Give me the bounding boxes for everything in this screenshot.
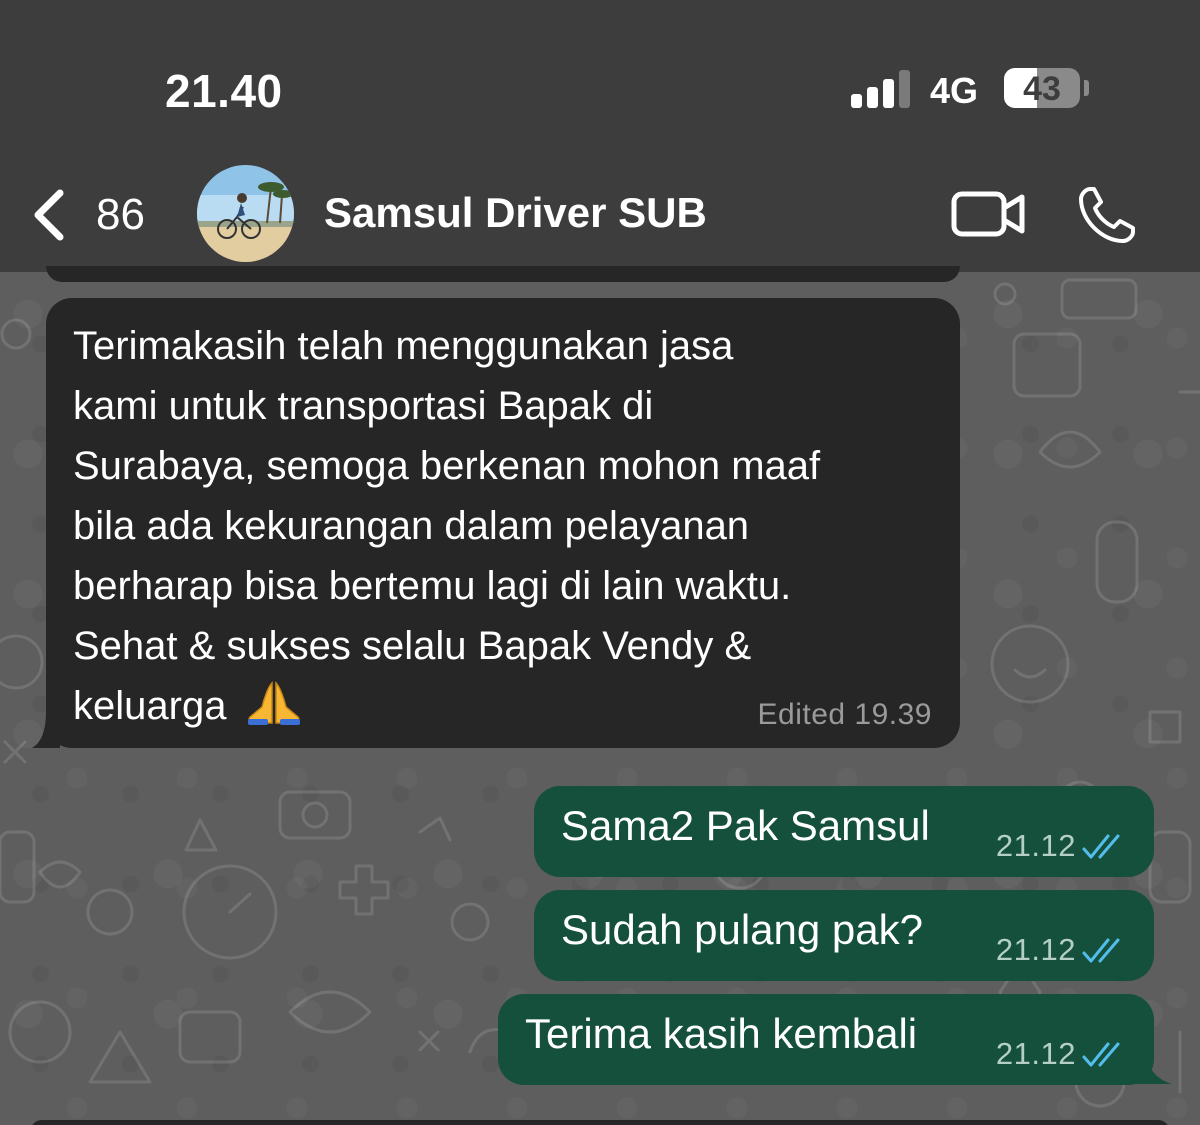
chevron-left-icon bbox=[34, 189, 64, 241]
message-line: Terimakasih telah menggunakan jasa bbox=[73, 324, 734, 368]
message-line: bila ada kekurangan dalam pelayanan bbox=[73, 504, 750, 548]
back-button[interactable] bbox=[30, 180, 68, 250]
message-line: Sehat & sukses selalu Bapak Vendy & bbox=[73, 624, 752, 668]
message-time: 21.12 bbox=[995, 1036, 1076, 1071]
incoming-message-text: Terimakasih telah menggunakan jasa kami … bbox=[73, 316, 943, 736]
outgoing-message-text: Terima kasih kembali bbox=[525, 1010, 918, 1057]
video-call-icon bbox=[951, 191, 1025, 237]
incoming-message-bubble[interactable]: Terimakasih telah menggunakan jasa kami … bbox=[46, 298, 960, 748]
outgoing-message-text: Sama2 Pak Samsul bbox=[561, 802, 930, 849]
chat-header: 21.40 4G 43 86 Samsul Driver SUB bbox=[0, 0, 1200, 272]
outgoing-message-bubble[interactable]: Sama2 Pak Samsul 21.12 bbox=[534, 786, 1154, 877]
signal-strength-icon bbox=[851, 70, 911, 108]
contact-photo bbox=[197, 165, 294, 262]
double-check-read-icon bbox=[1082, 938, 1120, 963]
outgoing-message-text: Sudah pulang pak? bbox=[561, 906, 923, 953]
message-line: keluarga bbox=[73, 684, 227, 728]
double-check-read-icon bbox=[1082, 1042, 1120, 1067]
contact-name[interactable]: Samsul Driver SUB bbox=[324, 189, 707, 237]
message-meta: 21.12 bbox=[996, 1036, 1128, 1072]
message-line: berharap bisa bertemu lagi di lain waktu… bbox=[73, 564, 792, 608]
double-check-read-icon bbox=[1082, 834, 1120, 859]
video-call-button[interactable] bbox=[950, 188, 1028, 240]
previous-message-edge bbox=[46, 266, 960, 282]
message-time: 21.12 bbox=[995, 932, 1076, 967]
battery-tip bbox=[1084, 80, 1089, 96]
outgoing-message-bubble[interactable]: Terima kasih kembali 21.12 bbox=[498, 994, 1154, 1085]
folded-hands-emoji-icon bbox=[247, 681, 300, 725]
message-timestamp: Edited 19.39 bbox=[757, 698, 932, 731]
phone-icon bbox=[1079, 187, 1135, 243]
message-line: Surabaya, semoga berkenan mohon maaf bbox=[73, 444, 821, 488]
avatar[interactable] bbox=[197, 165, 294, 262]
status-time: 21.40 bbox=[165, 65, 283, 117]
message-meta: 21.12 bbox=[996, 828, 1128, 864]
outgoing-message-bubble[interactable]: Sudah pulang pak? 21.12 bbox=[534, 890, 1154, 981]
voice-call-button[interactable] bbox=[1076, 184, 1138, 246]
unread-count[interactable]: 86 bbox=[96, 190, 145, 240]
message-time: 21.12 bbox=[995, 828, 1076, 863]
next-message-edge bbox=[30, 1120, 1170, 1125]
network-type: 4G bbox=[930, 70, 979, 111]
message-meta: 21.12 bbox=[996, 932, 1128, 968]
battery-percent: 43 bbox=[1023, 70, 1061, 108]
message-line: kami untuk transportasi Bapak di bbox=[73, 384, 654, 428]
battery-icon: 43 bbox=[1004, 68, 1080, 108]
